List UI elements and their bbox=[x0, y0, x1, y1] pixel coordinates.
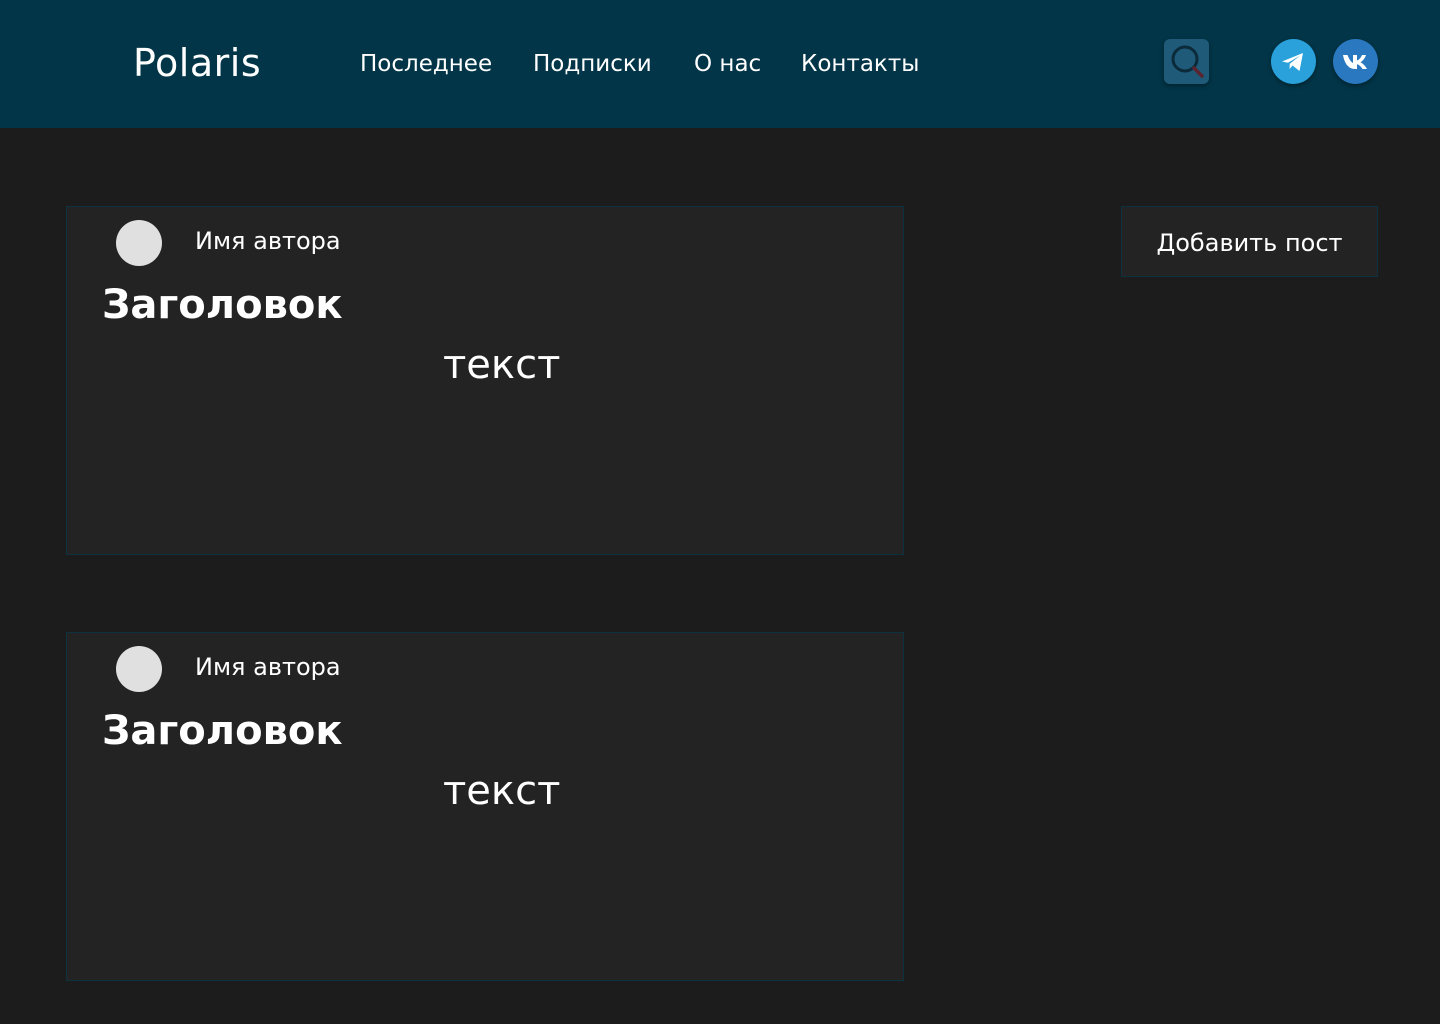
site-logo[interactable]: Polaris bbox=[133, 40, 261, 86]
author-name[interactable]: Имя автора bbox=[195, 652, 341, 682]
vk-link[interactable] bbox=[1333, 39, 1378, 84]
site-header: Polaris Последнее Подписки О нас Контакт… bbox=[0, 0, 1440, 128]
author-name[interactable]: Имя автора bbox=[195, 226, 341, 256]
post-title[interactable]: Заголовок bbox=[102, 281, 343, 329]
add-post-button[interactable]: Добавить пост bbox=[1121, 206, 1378, 277]
nav-item-contacts[interactable]: Контакты bbox=[801, 50, 919, 78]
post-text: текст bbox=[443, 342, 561, 388]
avatar[interactable] bbox=[116, 220, 162, 266]
nav-item-latest[interactable]: Последнее bbox=[360, 50, 492, 78]
telegram-icon bbox=[1282, 53, 1303, 71]
post-card[interactable]: Имя автора Заголовок текст bbox=[66, 632, 904, 981]
search-icon bbox=[1171, 45, 1204, 78]
vk-icon bbox=[1343, 55, 1367, 69]
nav-item-about[interactable]: О нас bbox=[694, 50, 761, 78]
post-title[interactable]: Заголовок bbox=[102, 707, 343, 755]
avatar[interactable] bbox=[116, 646, 162, 692]
post-text: текст bbox=[443, 768, 561, 814]
telegram-link[interactable] bbox=[1271, 39, 1316, 84]
search-button[interactable] bbox=[1164, 39, 1209, 84]
post-card[interactable]: Имя автора Заголовок текст bbox=[66, 206, 904, 555]
nav-item-subscriptions[interactable]: Подписки bbox=[533, 50, 652, 78]
